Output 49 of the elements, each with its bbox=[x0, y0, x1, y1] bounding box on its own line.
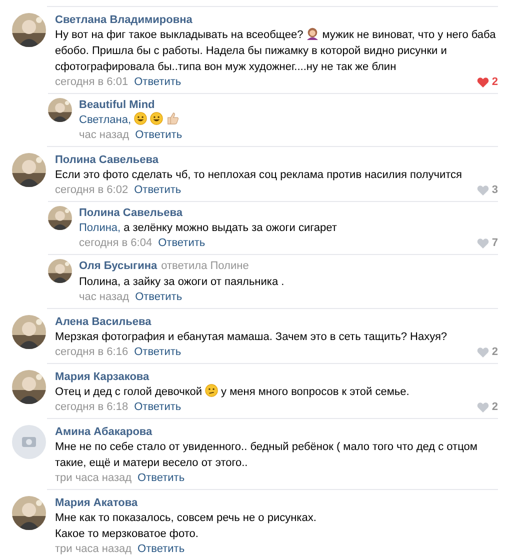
comment-text: Полина, а зелёнку можно выдать за ожоги сигарет bbox=[79, 221, 338, 236]
reply-target: ответила Полине bbox=[161, 259, 249, 274]
comment-text: Ну вот на фиг такое выкладывать на всеобщее? мужик не виноват, что у него баба ебобо. Пришла бы с работы. Надела бы пижамку в которой видно рисунки и сфотографировала бы..типа вон муж художнег....ну не так же блин bbox=[55, 27, 497, 75]
comment-time: сегодня в 6:18 bbox=[55, 400, 128, 415]
comment-time: сегодня в 6:01 bbox=[55, 75, 128, 90]
comment-time: час назад bbox=[79, 290, 130, 305]
comment-time: сегодня в 6:04 bbox=[79, 236, 152, 251]
heart-icon[interactable] bbox=[476, 77, 489, 88]
like-count: 3 bbox=[492, 183, 498, 198]
frown-emoji-icon bbox=[205, 384, 218, 397]
grin-emoji-icon bbox=[150, 112, 163, 125]
mention-link[interactable]: Светлана, bbox=[79, 114, 131, 126]
author-name[interactable]: Оля Бусыгина bbox=[79, 259, 158, 273]
mention-link[interactable]: Полина, bbox=[79, 222, 121, 234]
author-name[interactable]: Мария Карзакова bbox=[55, 370, 150, 384]
comment-time: час назад bbox=[79, 128, 130, 143]
reply-link[interactable]: Ответить bbox=[138, 542, 185, 557]
reply-link[interactable]: Ответить bbox=[134, 345, 182, 360]
author-name[interactable]: Алена Васильева bbox=[55, 315, 152, 329]
like-count: 2 bbox=[492, 400, 498, 415]
reply-link[interactable]: Ответить bbox=[138, 471, 185, 486]
comment-text: Полина, а зайку за ожоги от паяльника . bbox=[79, 275, 286, 290]
author-name[interactable]: Амина Абакарова bbox=[55, 425, 152, 439]
author-name[interactable]: Полина Савельева bbox=[55, 153, 158, 167]
author-name[interactable]: Полина Савельева bbox=[79, 206, 182, 220]
author-name[interactable]: Beautiful Mind bbox=[79, 98, 155, 112]
grin-emoji-icon bbox=[134, 112, 147, 125]
author-name[interactable]: Светлана Владимировна bbox=[55, 13, 192, 27]
person-icon bbox=[306, 27, 320, 40]
like-count: 2 bbox=[492, 345, 498, 360]
reply-link[interactable]: Ответить bbox=[135, 290, 182, 305]
thumbs-up-icon bbox=[166, 112, 179, 125]
reply-link[interactable]: Ответить bbox=[158, 236, 206, 251]
comment-text: Если это фото сделать чб, то неплохая соц реклама против насилия получится bbox=[55, 168, 464, 183]
reply-link[interactable]: Ответить bbox=[134, 75, 182, 90]
comment-text: Мерзкая фотография и ебанутая мамаша. Зачем это в сеть тащить? Нахуя? bbox=[55, 330, 448, 345]
comment-time: сегодня в 6:02 bbox=[55, 183, 128, 198]
comment-time: три часа назад bbox=[55, 542, 132, 557]
like-count: 7 bbox=[492, 236, 498, 251]
author-name[interactable]: Мария Акатова bbox=[55, 496, 138, 510]
reply-link[interactable]: Ответить bbox=[134, 183, 182, 198]
like-count: 2 bbox=[492, 75, 498, 90]
comment-time: сегодня в 6:16 bbox=[55, 345, 128, 360]
reply-link[interactable]: Ответить bbox=[134, 400, 182, 415]
comment-text: Отец и дед с голой девочкой у меня много вопросов к этой семье. bbox=[55, 384, 410, 400]
comment-text: Мне как то показалось, совсем речь не о рисунках. Какое то мерзковатое фото. bbox=[55, 511, 318, 542]
comment-time: три часа назад bbox=[55, 471, 132, 486]
comment-text: Мне не по себе стало от увиденного.. бедный ребёнок ( мало того что дед с отцом такие, ещё и матери весело от этого.. bbox=[55, 440, 478, 471]
reply-link[interactable]: Ответить bbox=[135, 128, 182, 143]
